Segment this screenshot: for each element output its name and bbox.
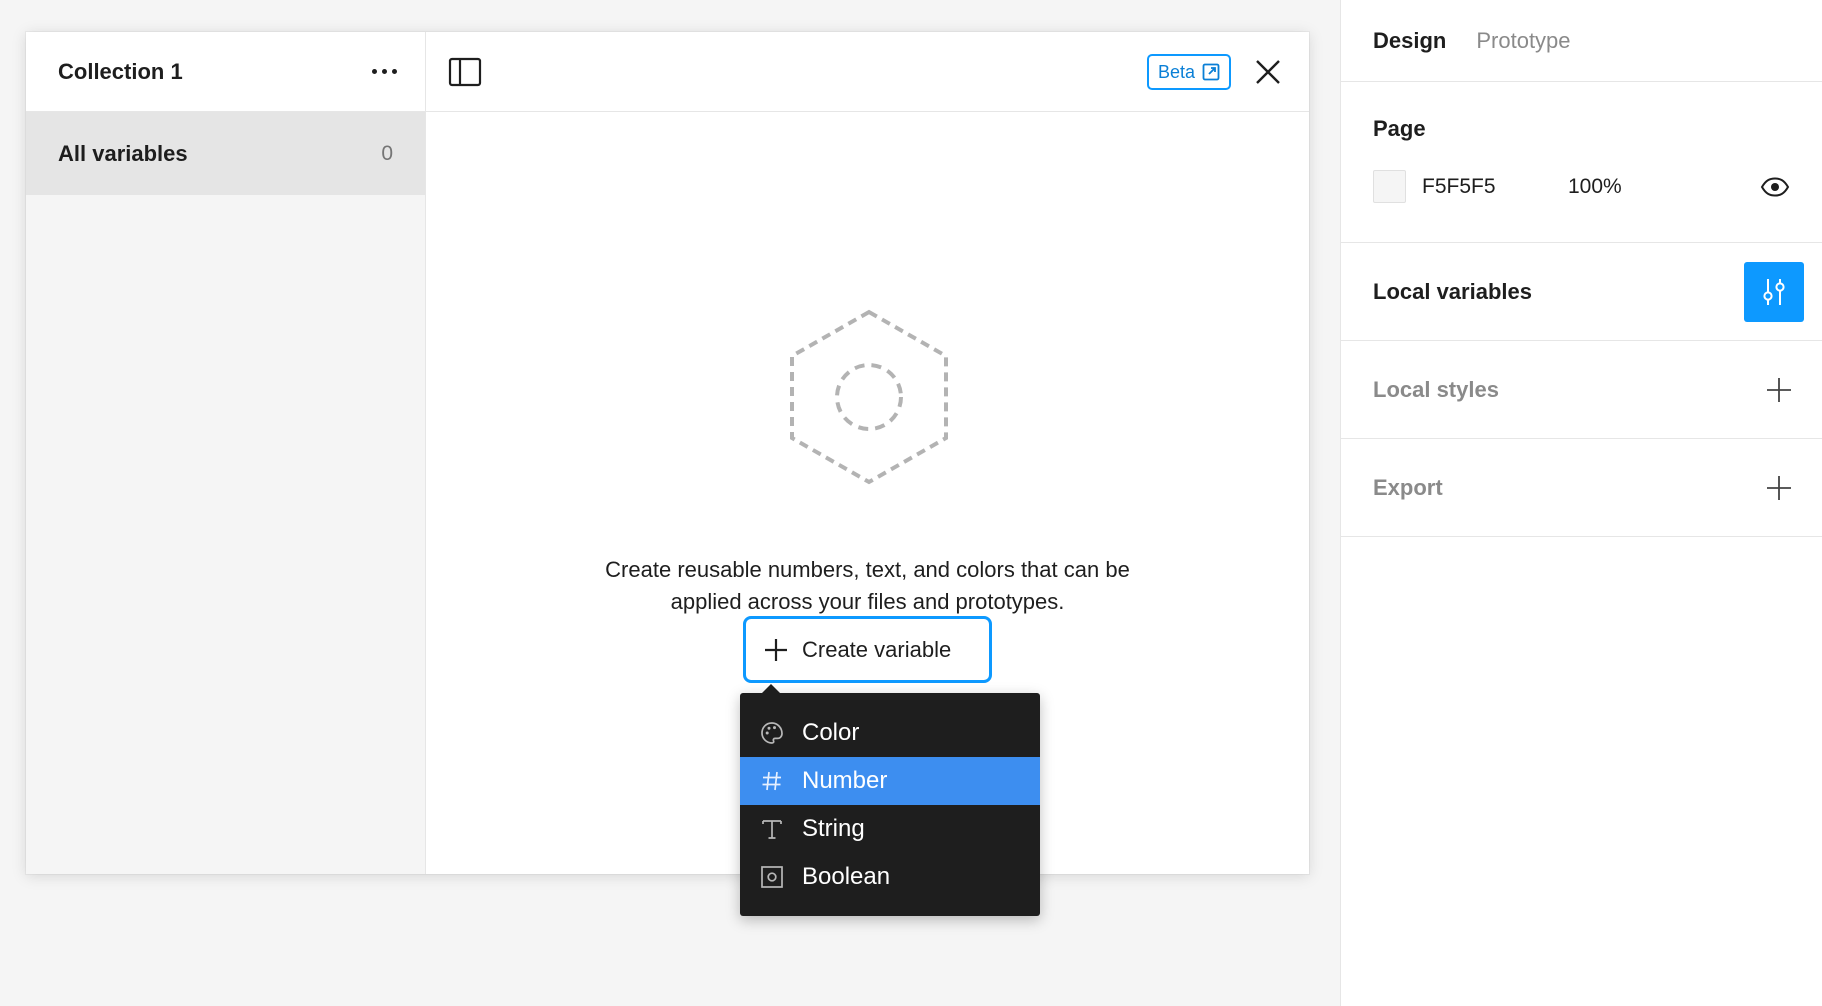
sidebar-toggle-icon[interactable] [448, 56, 482, 88]
toggle-box-icon [760, 865, 784, 889]
page-color-row: F5F5F5 100% [1373, 170, 1790, 203]
create-variable-button[interactable]: Create variable [743, 616, 992, 683]
collections-sidebar: Collection 1 All variables 0 [26, 32, 426, 874]
add-style-plus-icon[interactable] [1766, 377, 1792, 403]
hash-icon [760, 769, 784, 793]
modal-toolbar: Beta [426, 32, 1309, 112]
page-color-hex[interactable]: F5F5F5 [1422, 175, 1568, 199]
plus-icon [765, 638, 787, 661]
local-variables-title: Local variables [1373, 278, 1532, 304]
beta-badge[interactable]: Beta [1147, 54, 1232, 90]
more-dots-icon [392, 69, 397, 74]
empty-state-line-1: Create reusable numbers, text, and color… [605, 557, 1130, 582]
more-dots-icon [372, 69, 377, 74]
collection-title[interactable]: Collection 1 [58, 59, 183, 85]
sliders-icon [1763, 279, 1785, 305]
external-link-icon [1202, 63, 1220, 81]
tab-prototype[interactable]: Prototype [1476, 28, 1570, 54]
empty-state-description: Create reusable numbers, text, and color… [426, 554, 1309, 618]
empty-state-hexagon-icon [790, 309, 948, 485]
page-section: Page F5F5F5 100% [1341, 82, 1822, 243]
menu-caret [762, 684, 780, 693]
empty-state-line-2: applied across your files and prototypes… [670, 589, 1065, 614]
palette-icon [760, 721, 784, 745]
menu-item-label: Number [802, 767, 888, 794]
menu-item-color[interactable]: Color [740, 709, 1040, 757]
eye-icon[interactable] [1760, 172, 1790, 202]
menu-item-label: Boolean [802, 863, 891, 890]
local-variables-section: Local variables [1341, 243, 1822, 341]
tab-design[interactable]: Design [1373, 28, 1446, 54]
properties-panel: Design Prototype Page F5F5F5 100% Local … [1340, 0, 1822, 1006]
sidebar-item-count: 0 [381, 141, 393, 165]
sidebar-item-all-variables[interactable]: All variables 0 [26, 112, 425, 195]
local-styles-section: Local styles [1341, 341, 1822, 439]
panel-tabs: Design Prototype [1341, 0, 1822, 82]
more-dots-icon [382, 69, 387, 74]
text-t-icon [760, 817, 784, 841]
close-icon[interactable] [1254, 58, 1282, 86]
sidebar-item-label: All variables [58, 140, 188, 166]
menu-item-label: String [802, 815, 865, 842]
page-section-title: Page [1373, 116, 1426, 141]
menu-item-label: Color [802, 719, 860, 746]
create-variable-label: Create variable [802, 636, 952, 662]
variable-type-menu: Color Number String Boolean [740, 684, 1040, 916]
menu-item-boolean[interactable]: Boolean [740, 853, 1040, 901]
beta-label: Beta [1158, 61, 1196, 82]
variables-modal: Collection 1 All variables 0 Beta Create… [26, 32, 1309, 874]
more-options-button[interactable] [366, 63, 403, 80]
local-variables-button[interactable] [1744, 262, 1804, 322]
export-title: Export [1373, 474, 1443, 500]
add-export-plus-icon[interactable] [1766, 475, 1792, 501]
menu-item-number[interactable]: Number [740, 757, 1040, 805]
export-section: Export [1341, 439, 1822, 537]
local-styles-title: Local styles [1373, 376, 1499, 402]
page-color-swatch[interactable] [1373, 170, 1406, 203]
page-color-opacity[interactable]: 100% [1568, 175, 1622, 199]
menu-item-string[interactable]: String [740, 805, 1040, 853]
collection-header: Collection 1 [26, 32, 425, 112]
